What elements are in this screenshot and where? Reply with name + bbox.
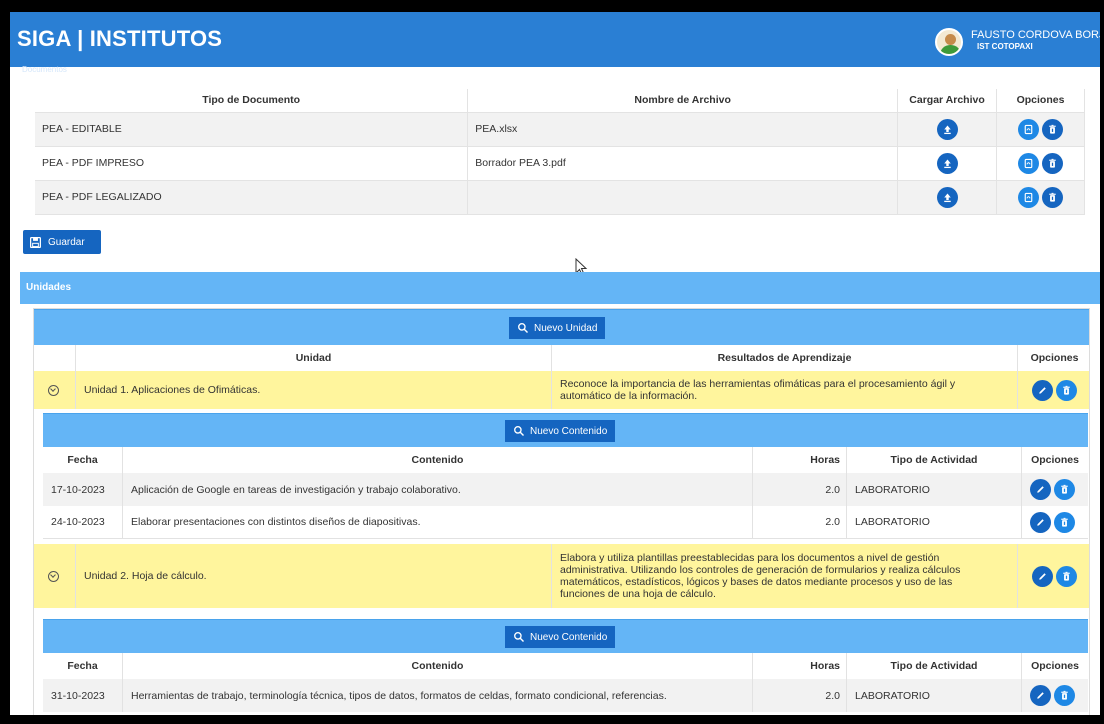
trash-icon[interactable] xyxy=(1056,565,1077,587)
doc-tipo: PEA - EDITABLE xyxy=(35,112,469,147)
doc-archivo: Borrador PEA 3.pdf xyxy=(467,146,899,181)
user-avatar[interactable] xyxy=(935,28,963,56)
trash-icon[interactable] xyxy=(1056,379,1077,401)
new-unit-button[interactable]: Nuevo Unidad xyxy=(509,317,606,339)
unit-resultados: Reconoce la importancia de las herramien… xyxy=(552,371,1018,409)
unit-resultados: Elabora y utiliza plantillas preestablec… xyxy=(552,544,1018,608)
content-tipo: LABORATORIO xyxy=(847,679,1022,712)
content-row: 24-10-2023 Elaborar presentaciones con d… xyxy=(43,506,1088,539)
unit-name: Unidad 1. Aplicaciones de Ofimáticas. xyxy=(76,371,552,409)
col-header-opciones: Opciones xyxy=(1031,454,1079,466)
top-navbar: SIGA | INSTITUTOS FAUSTO CORDOVA BORJA I… xyxy=(10,12,1100,74)
units-section-title: Unidades xyxy=(26,282,72,293)
unit-row: Unidad 1. Aplicaciones de Ofimáticas. Re… xyxy=(34,371,1089,409)
content-header-row: Fecha Contenido Horas Tipo de Actividad … xyxy=(43,447,1088,473)
col-header-resultados: Resultados de Aprendizaje xyxy=(552,345,1018,371)
col-header-contenido: Contenido xyxy=(123,447,753,473)
content-fecha: 24-10-2023 xyxy=(43,506,123,538)
search-icon xyxy=(514,632,525,643)
new-unit-label: Nuevo Unidad xyxy=(534,322,598,334)
save-icon xyxy=(30,236,41,248)
units-header-row: Unidad Resultados de Aprendizaje Opcione… xyxy=(34,345,1089,371)
documents-section-label: Documentos xyxy=(22,65,67,74)
pdf-icon[interactable] xyxy=(1018,118,1040,140)
units-section-header: Unidades xyxy=(20,272,1100,304)
content-fecha: 31-10-2023 xyxy=(43,679,123,712)
table-row: PEA - PDF IMPRESO Borrador PEA 3.pdf xyxy=(35,146,1085,181)
col-header-fecha: Fecha xyxy=(43,447,123,473)
col-header-tipo-actividad: Tipo de Actividad xyxy=(847,653,1022,679)
col-header-horas: Horas xyxy=(753,653,847,679)
content-row: 17-10-2023 Aplicación de Google en tarea… xyxy=(43,473,1088,506)
save-button[interactable]: Guardar xyxy=(23,230,101,254)
content-header-row: Fecha Contenido Horas Tipo de Actividad … xyxy=(43,653,1088,679)
col-header-tipo-actividad: Tipo de Actividad xyxy=(847,447,1022,473)
trash-icon[interactable] xyxy=(1041,152,1063,174)
expand-icon[interactable] xyxy=(48,384,59,396)
expand-icon[interactable] xyxy=(48,570,59,582)
col-header-opciones: Opciones xyxy=(1031,660,1079,672)
new-content-button[interactable]: Nuevo Contenido xyxy=(505,420,616,442)
content-text: Elaborar presentaciones con distintos di… xyxy=(123,506,753,538)
content-text: Herramientas de trabajo, terminología té… xyxy=(123,679,753,712)
upload-icon[interactable] xyxy=(936,118,958,140)
new-unit-band: Nuevo Unidad xyxy=(34,309,1089,345)
upload-icon[interactable] xyxy=(936,186,958,208)
table-row: PEA - PDF LEGALIZADO xyxy=(35,180,1085,215)
units-panel: Nuevo Unidad Unidad Resultados de Aprend… xyxy=(33,308,1090,715)
col-header-opciones: Opciones xyxy=(996,89,1085,113)
unit-row: Unidad 2. Hoja de cálculo. Elabora y uti… xyxy=(34,544,1089,608)
col-header-archivo: Nombre de Archivo xyxy=(467,89,899,113)
upload-icon[interactable] xyxy=(936,152,958,174)
new-content-label: Nuevo Contenido xyxy=(530,631,608,643)
pdf-icon[interactable] xyxy=(1018,152,1040,174)
content-tipo: LABORATORIO xyxy=(847,506,1022,538)
trash-icon[interactable] xyxy=(1054,479,1075,500)
trash-icon[interactable] xyxy=(1041,118,1063,140)
unit-name: Unidad 2. Hoja de cálculo. xyxy=(76,544,552,608)
col-header-tipo: Tipo de Documento xyxy=(35,89,469,113)
app-window: SIGA | INSTITUTOS FAUSTO CORDOVA BORJA I… xyxy=(10,12,1100,715)
new-content-band: Nuevo Contenido xyxy=(43,413,1088,447)
documents-table: Tipo de Documento Nombre de Archivo Carg… xyxy=(35,89,1085,215)
doc-archivo: PEA.xlsx xyxy=(467,112,899,147)
col-header-horas: Horas xyxy=(753,447,847,473)
trash-icon[interactable] xyxy=(1054,511,1075,533)
content-tipo: LABORATORIO xyxy=(847,473,1022,506)
doc-archivo xyxy=(467,180,899,215)
search-icon xyxy=(518,323,529,334)
search-icon xyxy=(514,426,525,437)
doc-tipo: PEA - PDF LEGALIZADO xyxy=(35,180,469,215)
new-content-band: Nuevo Contenido xyxy=(43,619,1088,653)
col-header-contenido: Contenido xyxy=(123,653,753,679)
user-name[interactable]: FAUSTO CORDOVA BORJA xyxy=(971,29,1100,41)
pdf-icon[interactable] xyxy=(1018,186,1040,208)
new-content-button[interactable]: Nuevo Contenido xyxy=(505,626,616,648)
trash-icon[interactable] xyxy=(1054,685,1075,706)
pencil-icon[interactable] xyxy=(1030,511,1051,533)
content-horas: 2.0 xyxy=(753,679,847,712)
content-row: 31-10-2023 Herramientas de trabajo, term… xyxy=(43,679,1088,712)
content-horas: 2.0 xyxy=(753,506,847,538)
user-institute: IST COTOPAXI xyxy=(977,42,1033,51)
new-content-label: Nuevo Contenido xyxy=(530,425,608,437)
col-header-cargar: Cargar Archivo xyxy=(897,89,997,113)
app-brand[interactable]: SIGA | INSTITUTOS xyxy=(17,26,222,52)
doc-tipo: PEA - PDF IMPRESO xyxy=(35,146,469,181)
col-header-fecha: Fecha xyxy=(43,653,123,679)
table-row: PEA - EDITABLE PEA.xlsx xyxy=(35,112,1085,147)
content-text: Aplicación de Google en tareas de invest… xyxy=(123,473,753,506)
pencil-icon[interactable] xyxy=(1032,565,1053,587)
pencil-icon[interactable] xyxy=(1030,479,1051,500)
pencil-icon[interactable] xyxy=(1032,379,1053,401)
pencil-icon[interactable] xyxy=(1030,685,1051,706)
content-horas: 2.0 xyxy=(753,473,847,506)
save-label: Guardar xyxy=(48,236,85,248)
content-fecha: 17-10-2023 xyxy=(43,473,123,506)
col-header-opciones: Opciones xyxy=(1030,352,1079,364)
col-header-unidad: Unidad xyxy=(76,345,552,371)
trash-icon[interactable] xyxy=(1041,186,1063,208)
